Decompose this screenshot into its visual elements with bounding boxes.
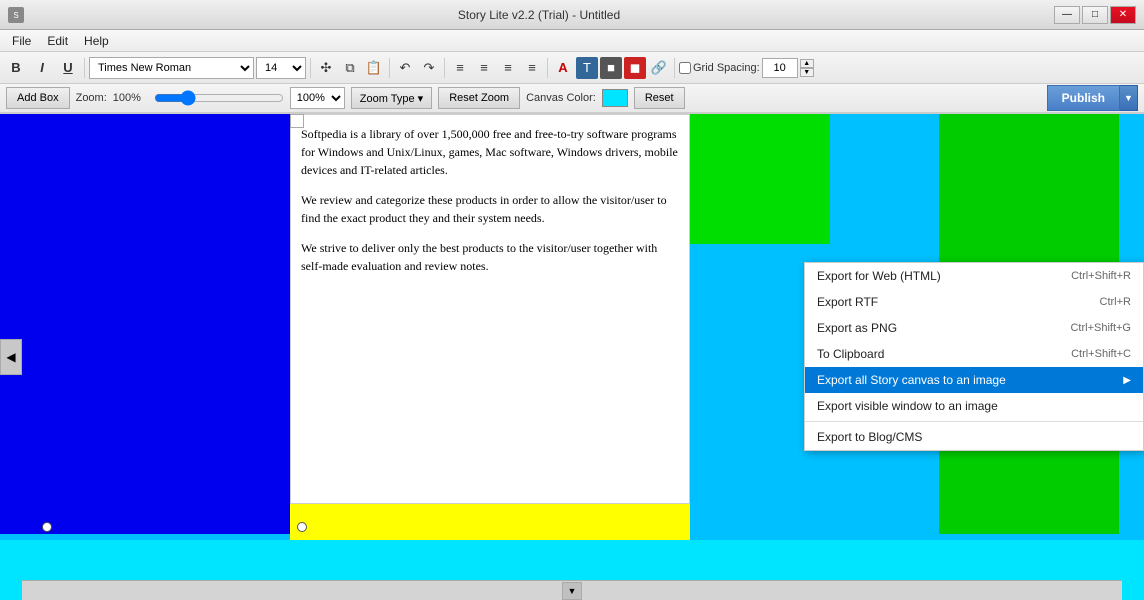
zoom-type-button[interactable]: Zoom Type ▾ <box>351 87 432 109</box>
menu-edit[interactable]: Edit <box>39 32 76 50</box>
close-button[interactable]: ✕ <box>1110 6 1136 24</box>
title-bar-text: Story Lite v2.2 (Trial) - Untitled <box>24 8 1054 22</box>
sep-3 <box>389 58 390 78</box>
dropdown-sep <box>805 421 1143 422</box>
export-blog-item[interactable]: Export to Blog/CMS <box>805 424 1143 450</box>
maximize-button[interactable]: □ <box>1082 6 1108 24</box>
text-para-2: We review and categorize these products … <box>301 191 679 227</box>
sep-5 <box>547 58 548 78</box>
font-size-select[interactable]: 14 10 12 16 18 <box>256 57 306 79</box>
export-html-item[interactable]: Export for Web (HTML) Ctrl+Shift+R <box>805 263 1143 289</box>
zoom-label: Zoom: <box>76 92 107 104</box>
align-right-button[interactable]: ≡ <box>497 57 519 79</box>
undo-button[interactable]: ↶ <box>394 57 416 79</box>
grid-spacing-input[interactable] <box>762 58 798 78</box>
link-button[interactable]: 🔗 <box>648 57 670 79</box>
export-png-shortcut: Ctrl+Shift+G <box>1070 322 1131 334</box>
align-left-button[interactable]: ≡ <box>449 57 471 79</box>
export-html-label: Export for Web (HTML) <box>817 269 941 283</box>
blue-box-left[interactable] <box>0 114 290 534</box>
toolbar-canvas: Add Box Zoom: 100% 100% 50% 75% 150% 200… <box>0 84 1144 114</box>
publish-button[interactable]: Publish <box>1047 85 1120 111</box>
font-color-button[interactable]: A <box>552 57 574 79</box>
export-clipboard-shortcut: Ctrl+Shift+C <box>1071 348 1131 360</box>
circle-handle-2[interactable] <box>297 522 307 532</box>
export-clipboard-label: To Clipboard <box>817 347 884 361</box>
sep-4 <box>444 58 445 78</box>
canvas-color-label: Canvas Color: <box>526 92 596 104</box>
menu-file[interactable]: File <box>4 32 39 50</box>
export-visible-window-label: Export visible window to an image <box>817 399 998 413</box>
canvas-color-swatch[interactable] <box>602 89 628 107</box>
zoom-slider[interactable] <box>154 90 284 106</box>
export-html-shortcut: Ctrl+Shift+R <box>1071 270 1131 282</box>
font-family-select[interactable]: Times New Roman Arial Verdana <box>89 57 254 79</box>
redo-button[interactable]: ↷ <box>418 57 440 79</box>
reset-button[interactable]: Reset <box>634 87 685 109</box>
export-png-item[interactable]: Export as PNG Ctrl+Shift+G <box>805 315 1143 341</box>
export-blog-label: Export to Blog/CMS <box>817 430 922 444</box>
bottom-scrollbar[interactable]: ▼ <box>22 580 1122 600</box>
svg-text:S: S <box>13 11 18 20</box>
publish-container: Publish ▼ <box>1047 85 1138 111</box>
shape-button[interactable]: ■ <box>600 57 622 79</box>
export-rtf-shortcut: Ctrl+R <box>1100 296 1131 308</box>
add-box-button[interactable]: Add Box <box>6 87 70 109</box>
sep-1 <box>84 58 85 78</box>
grid-spin-down[interactable]: ▼ <box>800 68 814 77</box>
resize-handle[interactable] <box>290 114 304 128</box>
export-all-story-label: Export all Story canvas to an image <box>817 373 1006 387</box>
text-para-3: We strive to deliver only the best produ… <box>301 239 679 275</box>
title-bar: S Story Lite v2.2 (Trial) - Untitled — □… <box>0 0 1144 30</box>
copy-button[interactable]: ⧉ <box>339 57 361 79</box>
text-para-1: Softpedia is a library of over 1,500,000… <box>301 125 679 179</box>
align-center-button[interactable]: ≡ <box>473 57 495 79</box>
grid-checkbox[interactable] <box>679 62 691 74</box>
zoom-select[interactable]: 100% 50% 75% 150% 200% <box>290 87 345 109</box>
export-png-label: Export as PNG <box>817 321 897 335</box>
export-all-story-arrow: ▶ <box>1123 375 1131 386</box>
paste-button[interactable]: 📋 <box>363 57 385 79</box>
export-visible-window-item[interactable]: Export visible window to an image <box>805 393 1143 419</box>
grid-spin: ▲ ▼ <box>800 59 814 77</box>
nav-arrow-left[interactable]: ◀ <box>0 339 22 375</box>
export-clipboard-item[interactable]: To Clipboard Ctrl+Shift+C <box>805 341 1143 367</box>
menu-help[interactable]: Help <box>76 32 117 50</box>
text-content-box[interactable]: Softpedia is a library of over 1,500,000… <box>290 114 690 504</box>
publish-dropdown-button[interactable]: ▼ <box>1120 85 1138 111</box>
sep-6 <box>674 58 675 78</box>
align-justify-button[interactable]: ≡ <box>521 57 543 79</box>
underline-button[interactable]: U <box>56 56 80 80</box>
publish-dropdown-menu: Export for Web (HTML) Ctrl+Shift+R Expor… <box>804 262 1144 451</box>
export-rtf-label: Export RTF <box>817 295 878 309</box>
grid-spin-up[interactable]: ▲ <box>800 59 814 68</box>
scroll-down-button[interactable]: ▼ <box>562 582 582 600</box>
text-content-inner: Softpedia is a library of over 1,500,000… <box>291 115 689 503</box>
circle-handle-1[interactable] <box>42 522 52 532</box>
fill-button[interactable]: ◼ <box>624 57 646 79</box>
reset-zoom-button[interactable]: Reset Zoom <box>438 87 520 109</box>
minimize-button[interactable]: — <box>1054 6 1080 24</box>
app-icon: S <box>8 7 24 23</box>
title-bar-buttons: — □ ✕ <box>1054 6 1136 24</box>
italic-button[interactable]: I <box>30 56 54 80</box>
sep-2 <box>310 58 311 78</box>
export-all-story-item[interactable]: Export all Story canvas to an image ▶ <box>805 367 1143 393</box>
export-rtf-item[interactable]: Export RTF Ctrl+R <box>805 289 1143 315</box>
grid-spacing-label: Grid Spacing: <box>693 62 760 74</box>
toolbar-formatting: B I U Times New Roman Arial Verdana 14 1… <box>0 52 1144 84</box>
bold-button[interactable]: B <box>4 56 28 80</box>
text-tool-button[interactable]: T <box>576 57 598 79</box>
zoom-percent: 100% <box>113 92 148 104</box>
move-tool-button[interactable]: ✣ <box>315 57 337 79</box>
menu-bar: File Edit Help <box>0 30 1144 52</box>
green-box-top-right[interactable] <box>690 114 830 244</box>
main-area: Softpedia is a library of over 1,500,000… <box>0 114 1144 600</box>
